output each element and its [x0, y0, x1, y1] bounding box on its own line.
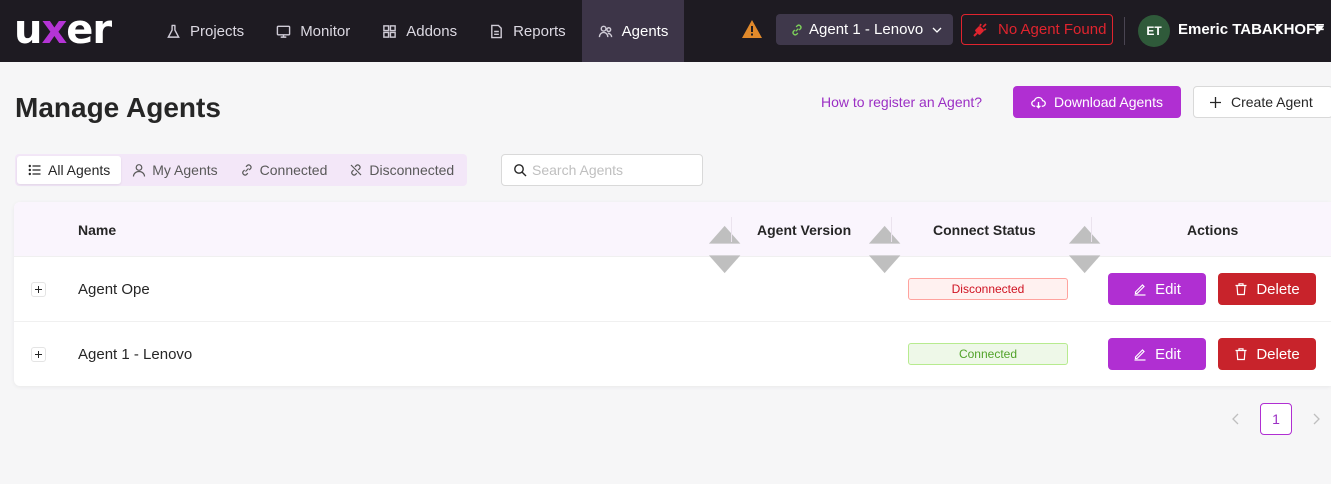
user-avatar[interactable]: ET: [1138, 15, 1170, 47]
download-agents-button[interactable]: Download Agents: [1013, 86, 1181, 118]
report-icon: [491, 24, 502, 38]
table-header: Name Agent Version Connect Status Action…: [14, 202, 1331, 274]
agent-selector[interactable]: Agent 1 - Lenovo: [776, 14, 953, 45]
column-actions-label: Actions: [1187, 221, 1239, 238]
edit-label: Edit: [1155, 345, 1181, 363]
logo-x: x: [41, 7, 67, 53]
pencil-icon: [1134, 349, 1146, 361]
column-separator: [891, 217, 892, 242]
column-header-connect-status[interactable]: Connect Status: [933, 202, 1036, 257]
tab-connected-label: Connected: [259, 162, 328, 178]
search-input[interactable]: [532, 162, 692, 178]
main-nav: Projects Monitor Addons Reports Agents: [150, 0, 685, 62]
column-separator: [1091, 217, 1092, 242]
pagination-next-icon[interactable]: [1308, 411, 1324, 427]
column-status-label: Connect Status: [933, 221, 1036, 238]
agents-table: Name Agent Version Connect Status Action…: [14, 202, 1331, 386]
tab-disconnected-label: Disconnected: [369, 162, 455, 178]
column-separator: [731, 217, 732, 242]
tab-connected[interactable]: Connected: [229, 156, 339, 184]
download-agents-label: Download Agents: [1054, 94, 1163, 110]
nav-reports-label: Reports: [513, 22, 566, 40]
nav-agents-label: Agents: [621, 22, 669, 40]
user-icon: [133, 164, 146, 177]
agent-name: Agent 1 - Lenovo: [78, 346, 193, 363]
cloud-download-icon: [1031, 96, 1046, 109]
delete-label: Delete: [1256, 345, 1300, 363]
nav-reports[interactable]: Reports: [473, 0, 582, 62]
user-name[interactable]: Emeric TABAKHOFF: [1178, 21, 1324, 38]
edit-button[interactable]: Edit: [1108, 338, 1206, 370]
create-agent-label: Create Agent: [1231, 94, 1313, 110]
link-icon: [792, 24, 802, 35]
uxer-logo[interactable]: u x er: [14, 7, 112, 53]
addons-icon: [383, 24, 397, 38]
status-badge: Connected: [908, 343, 1068, 365]
plus-icon: [1210, 96, 1221, 108]
nav-projects[interactable]: Projects: [150, 0, 260, 62]
nav-monitor-label: Monitor: [300, 22, 351, 40]
edit-button[interactable]: Edit: [1108, 273, 1206, 305]
tab-my-agents-label: My Agents: [152, 162, 218, 178]
disconnected-plug-icon: [973, 22, 987, 37]
nav-addons-label: Addons: [406, 22, 458, 40]
create-agent-button[interactable]: Create Agent: [1193, 86, 1331, 118]
agent-filter-tabs: All Agents My Agents Connected Disconnec…: [15, 154, 468, 186]
logo-er: er: [66, 7, 112, 53]
tab-all-agents[interactable]: All Agents: [17, 156, 122, 184]
user-menu-caret-icon[interactable]: [1314, 26, 1324, 32]
delete-button[interactable]: Delete: [1218, 338, 1316, 370]
pencil-icon: [1134, 284, 1146, 296]
tab-all-agents-label: All Agents: [48, 162, 111, 178]
delete-button[interactable]: Delete: [1218, 273, 1316, 305]
edit-label: Edit: [1155, 280, 1181, 298]
page-title: Manage Agents: [15, 92, 221, 123]
disconnect-icon: [350, 164, 362, 176]
delete-label: Delete: [1256, 280, 1300, 298]
no-agent-label: No Agent Found: [998, 21, 1107, 38]
topbar-divider: [1124, 17, 1125, 45]
selected-agent-name: Agent 1 - Lenovo: [809, 21, 924, 38]
column-header-actions: Actions: [1187, 202, 1238, 257]
agents-icon: [598, 25, 612, 37]
column-name-label: Name: [78, 221, 117, 238]
status-badge: Disconnected: [908, 278, 1068, 300]
agent-name: Agent Ope: [78, 281, 150, 298]
link-icon: [241, 164, 252, 176]
expand-row-icon[interactable]: [31, 282, 46, 297]
logo-u: u: [14, 7, 43, 53]
trash-icon: [1235, 348, 1247, 361]
warning-icon[interactable]: [741, 19, 763, 39]
pagination-prev-icon[interactable]: [1228, 411, 1244, 427]
nav-projects-label: Projects: [190, 22, 245, 40]
no-agent-found-button[interactable]: No Agent Found: [961, 14, 1113, 45]
tab-my-agents[interactable]: My Agents: [121, 156, 228, 184]
expand-row-icon[interactable]: [31, 347, 46, 362]
search-icon: [514, 164, 527, 177]
trash-icon: [1235, 283, 1247, 296]
table-row: Agent Ope Disconnected Edit Delete: [14, 257, 1331, 322]
list-icon: [28, 164, 41, 176]
nav-addons[interactable]: Addons: [366, 0, 473, 62]
chevron-down-icon: [932, 27, 942, 33]
nav-monitor[interactable]: Monitor: [260, 0, 366, 62]
column-version-label: Agent Version: [757, 221, 852, 238]
nav-agents[interactable]: Agents: [581, 0, 685, 62]
pagination-page-1[interactable]: 1: [1260, 403, 1292, 435]
tab-disconnected[interactable]: Disconnected: [338, 156, 465, 184]
column-header-agent-version[interactable]: Agent Version: [757, 202, 851, 257]
flask-icon: [167, 24, 180, 38]
search-box: [501, 154, 703, 186]
how-to-register-link[interactable]: How to register an Agent?: [821, 94, 982, 110]
top-bar: u x er Projects Monitor Addons Reports Age…: [0, 0, 1331, 62]
monitor-icon: [276, 25, 291, 38]
column-header-name[interactable]: Name: [78, 202, 116, 257]
table-row: Agent 1 - Lenovo Connected Edit Delete: [14, 322, 1331, 386]
